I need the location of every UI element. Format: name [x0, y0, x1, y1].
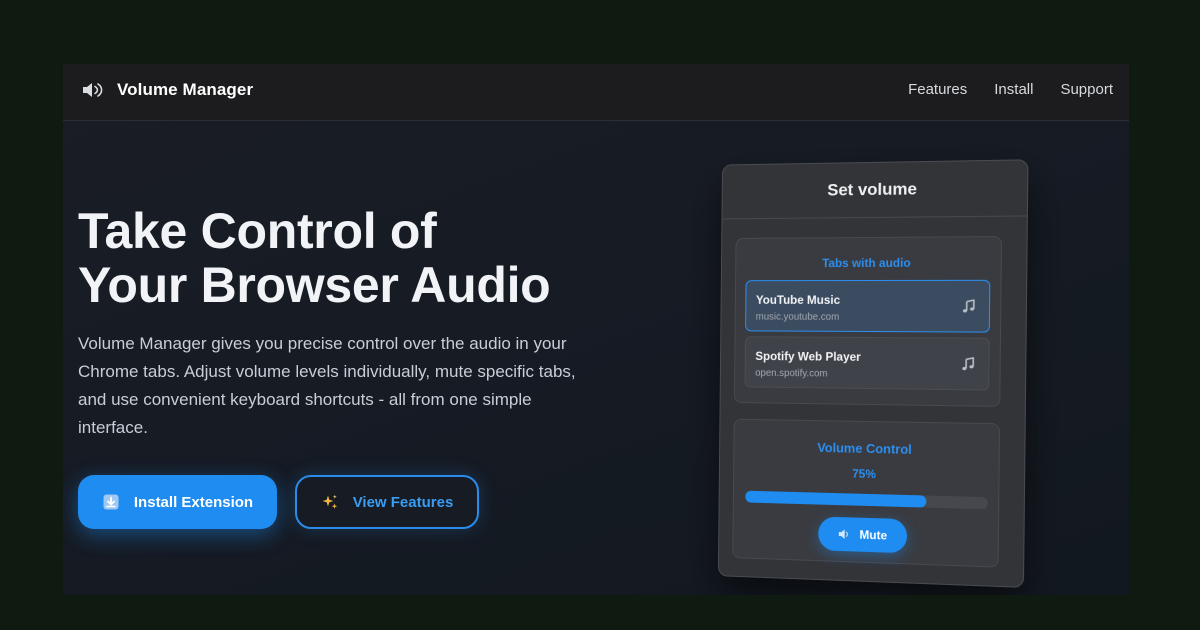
mute-label: Mute: [859, 527, 888, 543]
nav-link-features[interactable]: Features: [908, 81, 967, 98]
mute-button[interactable]: Mute: [818, 516, 908, 554]
nav-link-support[interactable]: Support: [1060, 81, 1113, 98]
install-extension-button[interactable]: Install Extension: [78, 475, 277, 529]
view-features-button[interactable]: View Features: [295, 475, 479, 529]
speaker-icon: [83, 83, 103, 97]
landing-page: Volume Manager Features Install Support …: [63, 64, 1129, 595]
volume-slider-fill: [745, 490, 926, 508]
download-icon: [103, 494, 119, 510]
brand[interactable]: Volume Manager: [81, 80, 253, 100]
tab-item-youtube-music[interactable]: YouTube Music music.youtube.com: [745, 279, 991, 333]
volume-control-title: Volume Control: [817, 439, 912, 457]
sparkles-icon: [322, 494, 337, 509]
hero-title: Take Control of Your Browser Audio: [78, 204, 638, 312]
hero-title-line-1: Take Control of: [78, 203, 437, 259]
tabs-with-audio-section: Tabs with audio YouTube Music music.yout…: [733, 236, 1003, 407]
volume-control-section: Volume Control 75% Mute: [732, 418, 1001, 568]
volume-slider[interactable]: [745, 490, 989, 510]
popup-title: Set volume: [722, 160, 1028, 220]
hero-description: Volume Manager gives you precise control…: [78, 334, 576, 437]
music-note-icon: [962, 298, 977, 314]
hero-title-line-2: Your Browser Audio: [78, 257, 551, 313]
nav-links: Features Install Support: [908, 81, 1113, 98]
extension-popup-preview: Set volume Tabs with audio YouTube Music…: [717, 159, 1029, 588]
brand-name: Volume Manager: [117, 80, 254, 99]
tabs-section-title: Tabs with audio: [822, 255, 911, 271]
top-nav: Volume Manager Features Install Support: [63, 64, 1129, 121]
tab-name: YouTube Music: [755, 292, 841, 307]
music-note-icon: [962, 356, 976, 372]
tab-url: open.spotify.com: [755, 367, 828, 380]
tab-url: music.youtube.com: [755, 311, 840, 323]
speaker-icon: [838, 529, 850, 539]
nav-link-install[interactable]: Install: [994, 81, 1033, 98]
tab-item-spotify-web-player[interactable]: Spotify Web Player open.spotify.com: [744, 336, 990, 391]
install-extension-label: Install Extension: [133, 493, 254, 511]
tab-name: Spotify Web Player: [755, 349, 861, 364]
view-features-label: View Features: [352, 493, 454, 511]
popup-window: Set volume Tabs with audio YouTube Music…: [717, 159, 1029, 588]
volume-percent: 75%: [852, 466, 876, 482]
